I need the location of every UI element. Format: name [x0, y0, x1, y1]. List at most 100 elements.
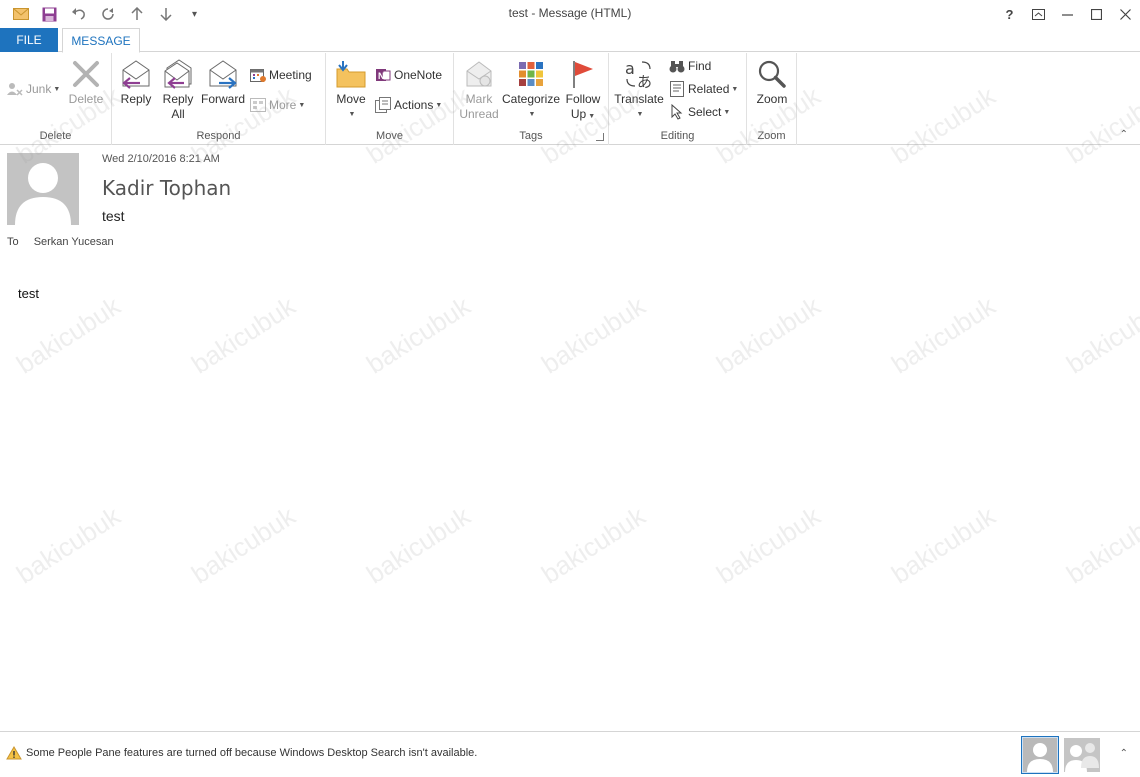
forward-icon	[206, 57, 240, 91]
reply-all-label-2: All	[171, 107, 185, 121]
forward-label: Forward	[200, 92, 245, 106]
people-pane-warning-text: Some People Pane features are turned off…	[26, 747, 478, 759]
watermark-text: bakicubuk	[711, 500, 826, 590]
more-respond-label: More	[269, 98, 297, 112]
watermark-text: bakicubuk	[711, 290, 826, 380]
categorize-label: Categorize	[501, 92, 561, 106]
help-button[interactable]: ?	[995, 0, 1024, 28]
expand-people-pane-button[interactable]: ⌃	[1120, 748, 1128, 759]
message-subject: test	[102, 208, 125, 224]
zoom-label: Zoom	[756, 92, 788, 106]
actions-icon	[375, 97, 391, 113]
actions-button[interactable]: Actions ▼	[375, 95, 442, 115]
tab-message[interactable]: MESSAGE	[62, 28, 140, 53]
meeting-button[interactable]: Meeting	[250, 65, 312, 85]
watermark-text: bakicubuk	[536, 290, 651, 380]
watermark-text: bakicubuk	[11, 500, 126, 590]
watermark-text: bakicubuk	[11, 290, 126, 380]
ribbon-group-editing: aあ Translate ▼ Find Related ▼ Select ▼ E…	[609, 53, 747, 145]
ribbon-group-respond: Reply Reply All Forward Meeting More ▼ R…	[112, 53, 326, 145]
move-button[interactable]: Move ▼	[332, 57, 370, 122]
delete-icon	[69, 57, 103, 91]
move-folder-icon	[334, 57, 368, 91]
categorize-button[interactable]: Categorize ▼	[502, 57, 560, 122]
junk-icon	[7, 81, 23, 97]
forward-button[interactable]: Forward	[200, 57, 246, 107]
onenote-icon: N	[375, 67, 391, 83]
recipient-name[interactable]: Serkan Yucesan	[34, 236, 114, 248]
reply-all-icon	[161, 57, 195, 91]
ribbon-group-tags: Mark Unread Categorize ▼ Follow Up ▼ Tags	[454, 53, 609, 145]
sender-name[interactable]: Kadir Tophan	[102, 176, 231, 200]
categorize-icon	[514, 57, 548, 91]
find-label: Find	[688, 59, 712, 73]
follow-up-label-2: Up ▼	[570, 107, 596, 121]
group-label-zoom: Zoom	[757, 130, 786, 142]
group-label-tags: Tags	[519, 130, 543, 142]
title-bar: ▾ test - Message (HTML) ?	[0, 0, 1140, 28]
related-icon	[669, 81, 685, 97]
watermark-text: bakicubuk	[1061, 290, 1140, 380]
warning-icon	[6, 746, 22, 765]
follow-up-label-1: Follow	[565, 92, 601, 106]
meeting-icon	[250, 67, 266, 83]
watermark-text: bakicubuk	[1061, 500, 1140, 590]
reply-all-button[interactable]: Reply All	[159, 57, 197, 122]
people-pane-contact-button[interactable]	[1021, 736, 1059, 774]
junk-button[interactable]: Junk ▼	[7, 79, 60, 99]
junk-label: Junk	[26, 82, 52, 96]
ribbon-display-options-button[interactable]	[1024, 0, 1053, 28]
svg-text:a: a	[625, 59, 635, 78]
onenote-button[interactable]: N OneNote	[375, 65, 442, 85]
zoom-button[interactable]: Zoom	[753, 57, 791, 107]
tab-file[interactable]: FILE	[0, 28, 58, 52]
to-row: To Serkan Yucesan	[7, 236, 114, 248]
translate-button[interactable]: aあ Translate ▼	[613, 57, 665, 122]
watermark-text: bakicubuk	[361, 290, 476, 380]
delete-button[interactable]: Delete	[66, 57, 106, 107]
actions-label: Actions	[394, 98, 434, 112]
translate-label: Translate	[614, 92, 664, 106]
more-respond-button[interactable]: More ▼	[250, 95, 305, 115]
watermark-text: bakicubuk	[536, 500, 651, 590]
group-label-move: Move	[376, 130, 403, 142]
watermark-text: bakicubuk	[186, 290, 301, 380]
cursor-arrow-icon	[669, 104, 685, 120]
mark-unread-button[interactable]: Mark Unread	[458, 57, 500, 122]
mark-unread-icon	[462, 57, 496, 91]
related-label: Related	[688, 82, 730, 96]
message-body[interactable]: test	[18, 286, 39, 301]
message-date: Wed 2/10/2016 8:21 AM	[102, 153, 220, 165]
reply-all-label-1: Reply	[162, 92, 194, 106]
select-button[interactable]: Select ▼	[669, 102, 730, 122]
magnifier-icon	[755, 57, 789, 91]
reply-button[interactable]: Reply	[118, 57, 154, 107]
flag-icon	[566, 57, 600, 91]
find-button[interactable]: Find	[669, 56, 711, 76]
window-title: test - Message (HTML)	[508, 6, 632, 20]
ribbon-tabs: FILE MESSAGE	[0, 28, 1140, 53]
reply-icon	[119, 57, 153, 91]
window-controls: ?	[995, 0, 1140, 28]
translate-icon: aあ	[622, 57, 656, 91]
related-button[interactable]: Related ▼	[669, 79, 738, 99]
group-label-editing: Editing	[660, 130, 695, 142]
to-label: To	[7, 236, 19, 248]
people-pane-bar: Some People Pane features are turned off…	[0, 731, 1140, 777]
delete-label: Delete	[68, 92, 104, 106]
watermark-text: bakicubuk	[886, 290, 1001, 380]
close-button[interactable]	[1111, 0, 1140, 28]
svg-text:N: N	[378, 71, 385, 81]
collapse-ribbon-button[interactable]: ⌃	[1120, 129, 1128, 140]
minimize-button[interactable]	[1053, 0, 1082, 28]
ribbon-group-move: Move ▼ N OneNote Actions ▼ Move	[326, 53, 454, 145]
maximize-button[interactable]	[1082, 0, 1111, 28]
people-pane-social-button[interactable]	[1063, 736, 1101, 774]
binoculars-icon	[669, 58, 685, 74]
watermark-text: bakicubuk	[361, 500, 476, 590]
mark-unread-label-1: Mark	[465, 92, 493, 106]
follow-up-button[interactable]: Follow Up ▼	[562, 57, 604, 124]
svg-text:あ: あ	[637, 73, 652, 90]
sender-avatar	[7, 153, 79, 225]
mark-unread-label-2: Unread	[459, 107, 499, 121]
